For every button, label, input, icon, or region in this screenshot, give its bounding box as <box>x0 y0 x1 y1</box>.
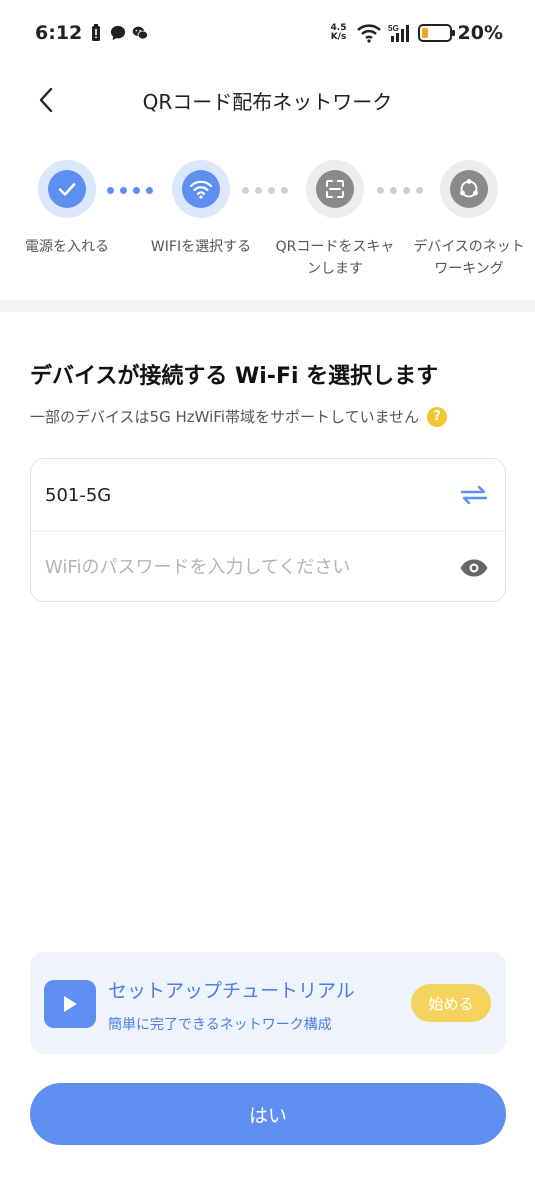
step-device-networking: デバイスのネット ワーキング <box>404 160 534 280</box>
toggle-password-visibility[interactable] <box>459 553 489 583</box>
tutorial-subtitle: 簡単に完了できるネットワーク構成 <box>108 1017 332 1033</box>
ssid-value: 501-5G <box>45 484 112 506</box>
net-speed: 4.5 K/s <box>330 23 347 42</box>
wifi-signal-icon <box>356 24 381 43</box>
step-label: QRコードをスキャ ンします <box>275 239 395 277</box>
header: QRコード配布ネットワーク <box>0 70 535 130</box>
play-icon <box>44 980 96 1028</box>
step-label: 電源を入れる <box>25 239 109 255</box>
step-power-on: 電源を入れる <box>2 160 132 258</box>
battery-percent: 20% <box>457 22 503 44</box>
wifi-icon <box>189 180 213 199</box>
wifi-form: 501-5G <box>30 458 506 602</box>
switch-network-button[interactable] <box>459 480 489 510</box>
svg-text:5G: 5G <box>388 24 399 33</box>
step-scan-qr: QRコードをスキャ ンします <box>270 160 400 280</box>
setup-stepper: 電源を入れる WIFIを選択する QRコードをスキャ ンします デバイスのネット… <box>0 160 535 290</box>
ssid-row[interactable]: 501-5G <box>31 459 505 531</box>
chat-bubble-icon <box>110 25 126 41</box>
password-row <box>31 531 505 603</box>
tutorial-title: セットアップチュートリアル <box>108 980 355 1002</box>
password-input[interactable] <box>45 557 445 578</box>
step-select-wifi: WIFIを選択する <box>136 160 266 258</box>
status-time: 6:12 <box>35 22 83 44</box>
check-icon <box>58 183 76 196</box>
step-label: WIFIを選択する <box>150 239 252 255</box>
swap-arrows-icon <box>460 485 488 505</box>
start-tutorial-button[interactable]: 始める <box>411 984 491 1022</box>
eye-icon <box>460 559 488 576</box>
tutorial-card[interactable]: セットアップチュートリアル 簡単に完了できるネットワーク構成 始める <box>30 952 506 1054</box>
cellular-signal-icon: 5G <box>388 24 409 42</box>
wechat-icon <box>132 26 148 40</box>
confirm-button[interactable]: はい <box>30 1083 506 1145</box>
page-title: QRコード配布ネットワーク <box>142 90 393 114</box>
network-icon <box>460 179 478 198</box>
section-divider <box>0 300 535 312</box>
battery-alert-icon <box>92 24 100 41</box>
wifi-section-title: デバイスが接続する Wi-Fi を選択します <box>30 364 439 389</box>
wifi-band-note: 一部のデバイスは5G HzWiFi帯域をサポートしていません ? <box>30 406 448 427</box>
wifi-band-note-text: 一部のデバイスは5G HzWiFi帯域をサポートしていません <box>30 408 420 426</box>
step-label: デバイスのネット ワーキング <box>413 239 525 277</box>
scan-icon <box>326 180 344 198</box>
status-bar: 6:12 4.5 K/s 5G 20% <box>0 0 535 70</box>
battery-icon <box>417 24 455 42</box>
help-icon[interactable]: ? <box>427 406 448 427</box>
